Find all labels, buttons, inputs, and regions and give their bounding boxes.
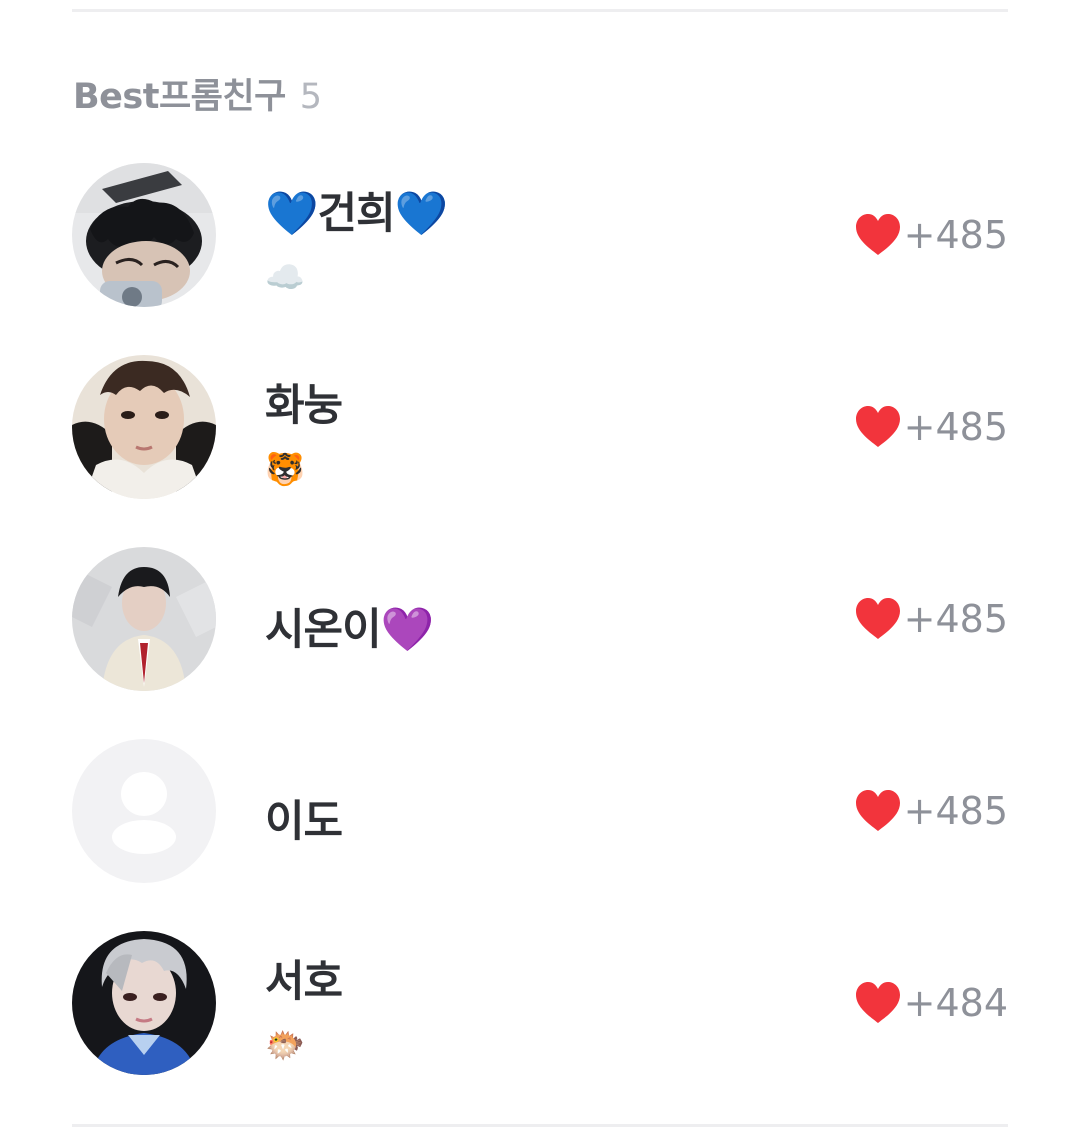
like-count: +485 (903, 789, 1008, 833)
section-count: 5 (299, 77, 322, 117)
section-title: Best프롬친구 (73, 77, 286, 117)
bottom-divider (72, 1124, 1008, 1127)
like-badge[interactable]: +484 (854, 979, 1008, 1027)
friend-row[interactable]: 시온이💜 +485 (72, 547, 1008, 691)
heart-icon (855, 790, 900, 831)
avatar[interactable] (72, 355, 216, 499)
section-header: Best프롬친구 5 (73, 68, 322, 117)
friend-name: 💙건희💙 (265, 189, 448, 239)
friend-name: 이도 (265, 797, 343, 847)
avatar[interactable] (72, 163, 216, 307)
friend-row[interactable]: 이도 +485 (72, 739, 1008, 883)
friend-status: 🐡 (265, 1026, 305, 1064)
like-count: +484 (903, 981, 1008, 1025)
like-badge[interactable]: +485 (854, 211, 1008, 259)
like-badge[interactable]: +485 (854, 595, 1008, 643)
heart-icon (855, 982, 900, 1023)
like-count: +485 (903, 597, 1008, 641)
like-count: +485 (903, 213, 1008, 257)
friend-row[interactable]: 화눙 🐯 +485 (72, 355, 1008, 499)
friend-row[interactable]: 서호 🐡 +484 (72, 931, 1008, 1075)
avatar[interactable] (72, 547, 216, 691)
friend-row[interactable]: 💙건희💙 ☁️ +485 (72, 163, 1008, 307)
friend-name: 화눙 (265, 381, 343, 431)
friend-status: ☁️ (265, 258, 305, 296)
avatar[interactable] (72, 931, 216, 1075)
heart-icon (855, 598, 900, 639)
friend-status: 🐯 (265, 450, 305, 488)
person-placeholder-icon (72, 739, 216, 883)
heart-icon (855, 214, 900, 255)
like-badge[interactable]: +485 (854, 403, 1008, 451)
like-count: +485 (903, 405, 1008, 449)
friend-name: 서호 (265, 957, 343, 1007)
heart-icon (855, 406, 900, 447)
friend-name: 시온이💜 (265, 605, 434, 655)
top-divider (72, 9, 1008, 12)
avatar[interactable] (72, 739, 216, 883)
like-badge[interactable]: +485 (854, 787, 1008, 835)
